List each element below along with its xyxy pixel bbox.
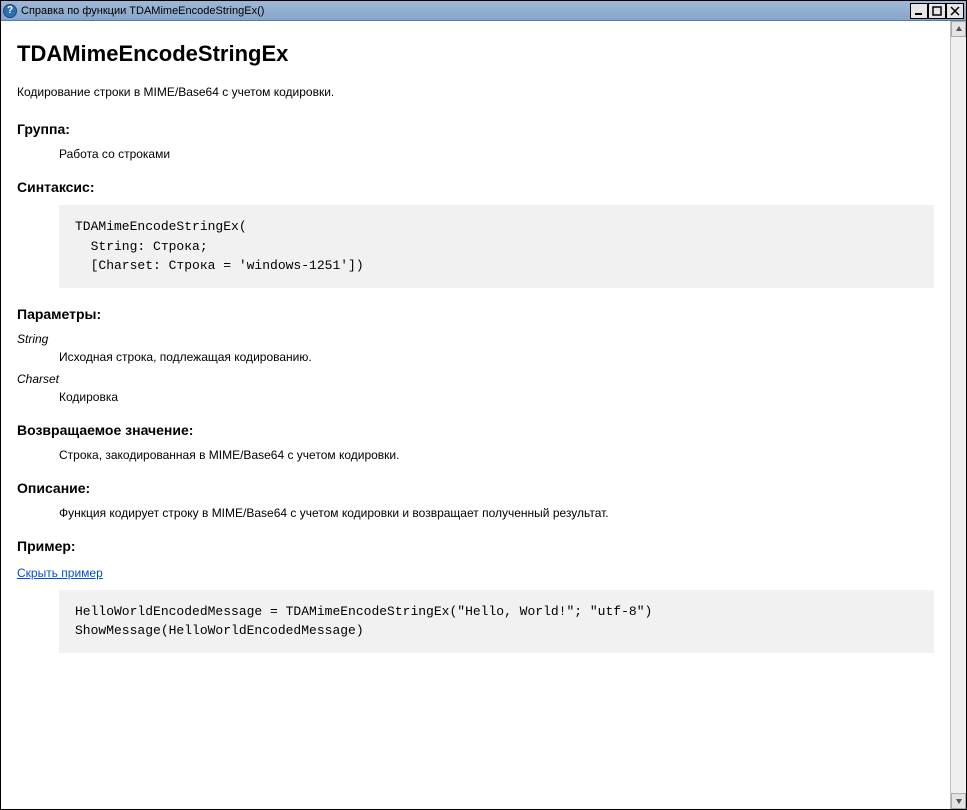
vertical-scrollbar[interactable]: [950, 21, 966, 809]
maximize-icon: [932, 6, 942, 16]
param-desc: Исходная строка, подлежащая кодированию.: [59, 350, 934, 364]
param-desc: Кодировка: [59, 390, 934, 404]
titlebar: ? Справка по функции TDAMimeEncodeString…: [1, 1, 966, 21]
close-icon: [950, 6, 960, 16]
window-buttons: [910, 3, 964, 19]
example-toggle-row: Скрыть пример: [17, 566, 934, 580]
content-area: TDAMimeEncodeStringEx Кодирование строки…: [1, 21, 966, 809]
example-code: HelloWorldEncodedMessage = TDAMimeEncode…: [59, 590, 934, 653]
window-title: Справка по функции TDAMimeEncodeStringEx…: [21, 5, 910, 17]
param-name: String: [17, 332, 934, 346]
syntax-code: TDAMimeEncodeStringEx( String: Строка; […: [59, 205, 934, 288]
document-body: TDAMimeEncodeStringEx Кодирование строки…: [1, 21, 950, 809]
chevron-up-icon: [955, 25, 963, 33]
chevron-down-icon: [955, 797, 963, 805]
page-title: TDAMimeEncodeStringEx: [17, 41, 934, 67]
minimize-button[interactable]: [910, 3, 928, 19]
param-block: String Исходная строка, подлежащая кодир…: [17, 332, 934, 364]
scroll-up-button[interactable]: [951, 21, 966, 37]
scroll-down-button[interactable]: [951, 793, 966, 809]
help-icon: ?: [3, 4, 17, 18]
minimize-icon: [914, 6, 924, 16]
syntax-heading: Синтаксис:: [17, 179, 934, 195]
group-heading: Группа:: [17, 121, 934, 137]
scroll-track[interactable]: [951, 37, 966, 793]
maximize-button[interactable]: [928, 3, 946, 19]
close-button[interactable]: [946, 3, 964, 19]
group-value: Работа со строками: [59, 147, 934, 161]
param-name: Charset: [17, 372, 934, 386]
example-heading: Пример:: [17, 538, 934, 554]
description-heading: Описание:: [17, 480, 934, 496]
description-value: Функция кодирует строку в MIME/Base64 с …: [59, 506, 934, 520]
hide-example-link[interactable]: Скрыть пример: [17, 566, 103, 580]
return-value: Строка, закодированная в MIME/Base64 с у…: [59, 448, 934, 462]
intro-text: Кодирование строки в MIME/Base64 с учето…: [17, 85, 934, 99]
param-block: Charset Кодировка: [17, 372, 934, 404]
return-heading: Возвращаемое значение:: [17, 422, 934, 438]
params-heading: Параметры:: [17, 306, 934, 322]
